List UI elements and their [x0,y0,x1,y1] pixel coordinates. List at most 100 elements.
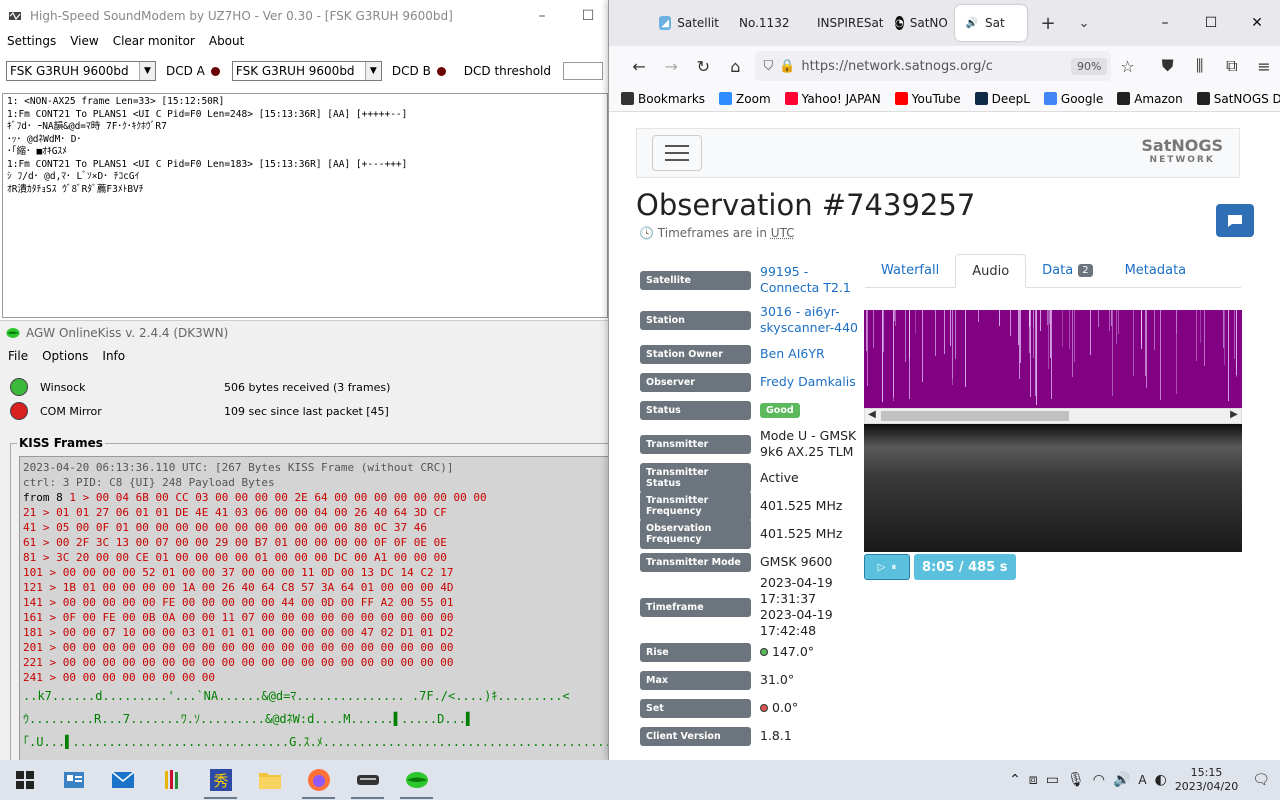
status-badge: Good [760,403,800,418]
tab-waterfall[interactable]: Waterfall [865,254,955,287]
browser-tab[interactable]: INSPIRESat [807,5,885,41]
spectrogram-streak [1196,310,1197,361]
taskbar-app-soundmodem[interactable] [343,760,392,800]
browser-tab[interactable]: ◔ SatNO [885,5,955,41]
new-tab-button[interactable]: + [1033,13,1063,34]
bookmark-item[interactable]: Google [1043,92,1103,106]
detail-value[interactable]: 99195 - Connecta T2.1 [760,264,864,296]
menu-file[interactable]: File [8,349,28,363]
spectrogram-streak [1040,310,1041,331]
start-button[interactable] [0,760,49,800]
bookmark-item[interactable]: Zoom [719,92,771,106]
agw-titlebar[interactable]: AGW OnlineKiss v. 2.4.4 (DK3WN) [0,321,608,345]
battery-icon[interactable]: ▭ [1046,772,1059,788]
home-icon[interactable]: ⌂ [719,57,751,76]
menu-about[interactable]: About [209,34,244,48]
modem-b-value: FSK G3RUH 9600bd [235,64,355,78]
hamburger-menu-icon[interactable] [652,135,702,171]
detail-row: Set 0.0° [640,694,864,722]
reload-icon[interactable]: ↻ [687,57,719,76]
wifi-icon[interactable]: ◠ [1093,772,1105,788]
pocket-icon[interactable]: ⛊ [1152,56,1184,76]
scroll-left-icon[interactable]: ◀ [865,409,879,420]
detail-value[interactable]: Ben AI6YR [760,346,825,362]
bookmark-item[interactable]: YouTube [894,92,961,106]
spectrogram-streak [1228,310,1229,401]
audio-time: 8:05 / 485 s [914,554,1016,580]
rise-dot-icon [760,648,768,656]
minimize-button[interactable]: – [1142,15,1188,31]
modem-b-select[interactable]: FSK G3RUH 9600bd ▼ [231,61,382,81]
detail-row: Observer Fredy Damkalis [640,368,864,396]
half-circle-icon[interactable]: ◐ [1155,772,1167,788]
close-button[interactable]: ✕ [1234,15,1280,31]
ime-icon[interactable]: A [1138,773,1146,787]
satnogs-logo[interactable]: SatNOGS NETWORK [1141,138,1223,167]
detail-value[interactable]: 3016 - ai6yr-skyscanner-440 [760,304,864,336]
back-arrow-icon[interactable]: ← [623,57,655,76]
detail-label: Satellite [640,270,751,290]
kiss-frames-output[interactable]: 2023-04-20 06:13:36.110 UTC: [267 Bytes … [19,456,609,762]
bookmark-item[interactable]: DeepL [974,92,1030,106]
browser-tab-active[interactable]: 🔊 Sat [955,5,1027,41]
taskbar-app-onlinekiss[interactable] [392,760,441,800]
menu-view[interactable]: View [70,34,98,48]
dcd-threshold-slider[interactable] [562,62,603,80]
audio-spectrogram[interactable] [864,310,1242,408]
menu-settings[interactable]: Settings [7,34,56,48]
spectrogram-streak [873,310,874,348]
audio-waveform[interactable] [864,424,1242,552]
scroll-right-icon[interactable]: ▶ [1227,409,1241,420]
library-icon[interactable]: ⫼ [1184,56,1216,76]
taskbar-app-firefox[interactable] [294,760,343,800]
soundmodem-app-icon [9,11,21,21]
url-bar[interactable]: ⛉ 🔒 https://network.satnogs.org/c 90% [755,51,1112,81]
camera-icon[interactable]: ⧈ [1029,772,1038,788]
microphone-icon[interactable]: 🎙 [1067,772,1085,788]
bookmark-item[interactable]: Yahoo! JAPAN [784,92,881,106]
minimize-button[interactable]: – [519,8,565,24]
bookmark-star-icon[interactable]: ☆ [1111,57,1143,76]
modem-a-select[interactable]: FSK G3RUH 9600bd ▼ [6,61,156,81]
chevron-up-icon[interactable]: ⌃ [1009,772,1021,788]
spectrogram-streak [1224,310,1225,365]
forward-arrow-icon[interactable]: → [655,57,687,76]
bookmark-item[interactable]: SatNOGS DB [1196,92,1280,106]
tab-audio[interactable]: Audio [955,254,1027,288]
taskbar-app-explorer[interactable] [245,760,294,800]
comment-button[interactable] [1216,204,1254,237]
maximize-button[interactable]: ☐ [1188,15,1234,31]
taskbar-app-mail[interactable] [98,760,147,800]
detail-label: Rise [640,642,751,662]
spectrogram-scrollbar[interactable]: ◀ ▶ [864,408,1242,424]
taskbar-app-kanji[interactable]: 秀 [196,760,245,800]
soundmodem-titlebar[interactable]: High-Speed SoundModem by UZ7HO - Ver 0.3… [0,0,611,32]
spectrogram-streak [1176,310,1177,394]
scroll-thumb[interactable] [881,411,1069,421]
tab-list-button[interactable]: ⌄ [1069,16,1099,31]
play-pause-button[interactable]: ▷ ⏸ [864,554,910,580]
menu-icon[interactable]: ≡ [1248,57,1280,76]
firefox-icon [307,769,330,791]
extensions-icon[interactable]: ⧉ [1216,56,1248,76]
tab-data[interactable]: Data 2 [1026,254,1108,287]
clock[interactable]: 15:15 2023/04/20 [1175,766,1238,794]
taskbar-app-contacts[interactable] [49,760,98,800]
browser-tab[interactable]: No.1132 [729,5,807,41]
taskbar-app-pencils[interactable] [147,760,196,800]
browser-tab[interactable]: ◢ Satellit [649,5,729,41]
maximize-button[interactable]: ☐ [565,8,611,24]
bookmark-item[interactable]: Amazon [1117,92,1183,106]
bookmark-item[interactable]: Bookmarks [621,92,705,106]
tab-metadata[interactable]: Metadata [1109,254,1203,287]
menu-options[interactable]: Options [42,349,88,363]
menu-clear-monitor[interactable]: Clear monitor [113,34,195,48]
detail-value[interactable]: Fredy Damkalis [760,374,856,390]
dcd-a-label: DCD A [166,64,205,78]
spectrogram-streak [1072,310,1073,377]
bookmark-favicon-icon [974,92,988,105]
zoom-level[interactable]: 90% [1070,57,1108,75]
notifications-icon[interactable]: 🗨 [1252,772,1270,788]
volume-icon[interactable]: 🔊 [1113,772,1130,788]
menu-info[interactable]: Info [102,349,125,363]
